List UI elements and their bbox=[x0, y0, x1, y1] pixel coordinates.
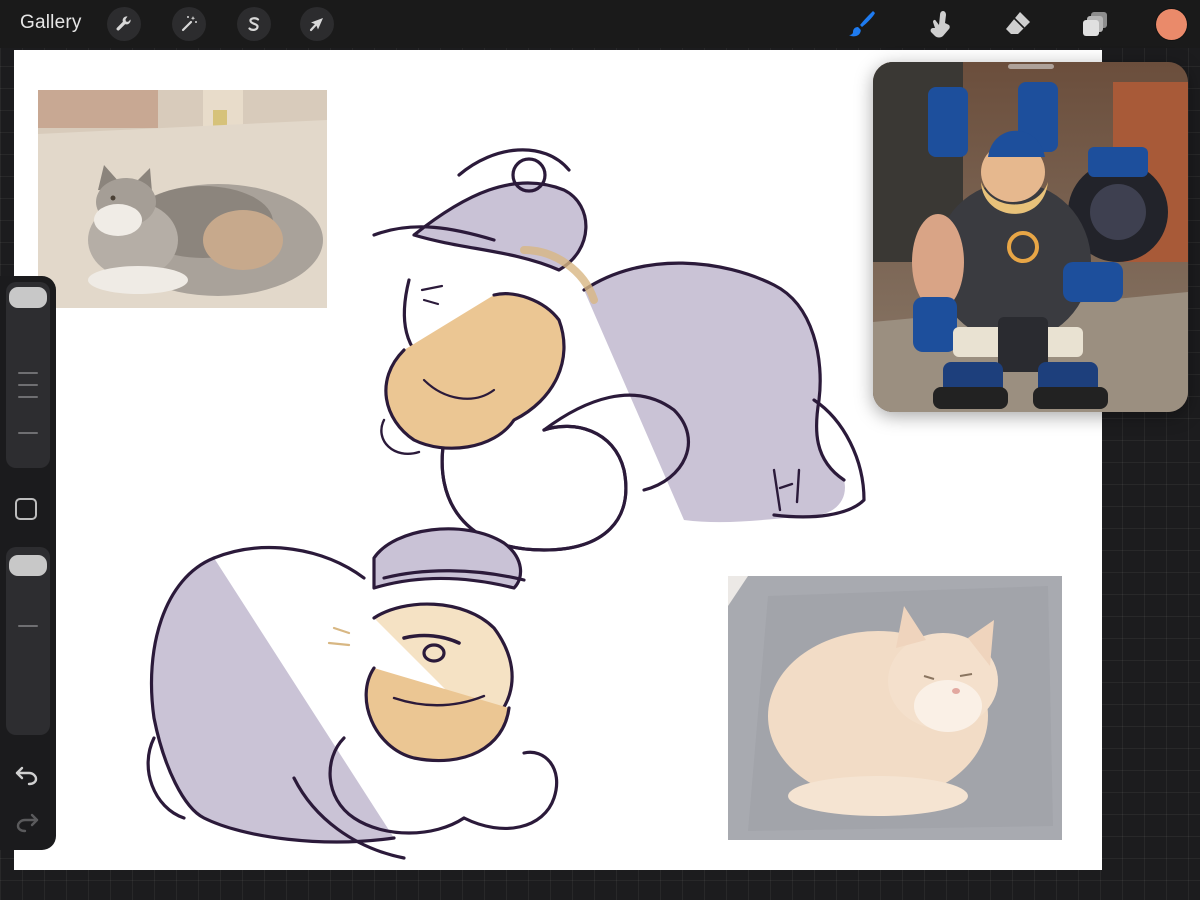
reference-window-grabber[interactable] bbox=[1008, 64, 1054, 69]
selection-s-icon bbox=[248, 17, 260, 31]
magic-wand-icon bbox=[181, 16, 197, 32]
character-sketch-lower bbox=[146, 527, 559, 860]
character-sketch-upper bbox=[372, 148, 866, 552]
reference-window[interactable] bbox=[873, 62, 1188, 412]
brush-size-handle[interactable] bbox=[9, 287, 47, 308]
brush-size-slider[interactable] bbox=[6, 282, 50, 468]
slider-tick bbox=[18, 372, 38, 374]
brush-opacity-handle[interactable] bbox=[9, 555, 47, 576]
slider-tick bbox=[18, 396, 38, 398]
color-picker-button[interactable] bbox=[1156, 9, 1187, 40]
adjustments-button[interactable] bbox=[172, 7, 206, 41]
smudge-finger-icon[interactable] bbox=[924, 8, 956, 40]
brush-icon[interactable] bbox=[846, 8, 878, 40]
arrow-cursor-icon bbox=[309, 18, 323, 32]
transform-button[interactable] bbox=[300, 7, 334, 41]
gallery-button[interactable]: Gallery bbox=[20, 12, 82, 34]
brush-opacity-slider[interactable] bbox=[6, 547, 50, 735]
square-modify-icon[interactable] bbox=[15, 498, 37, 520]
actions-button[interactable] bbox=[107, 7, 141, 41]
slider-tick bbox=[18, 625, 38, 627]
selection-button[interactable] bbox=[237, 7, 271, 41]
layers-icon[interactable] bbox=[1080, 8, 1112, 40]
undo-arrow-icon[interactable] bbox=[14, 764, 40, 786]
top-toolbar: Gallery bbox=[0, 0, 1200, 48]
wrench-icon bbox=[116, 16, 131, 31]
reference-character-image bbox=[873, 62, 1188, 412]
orange-cat-photo bbox=[728, 576, 1062, 840]
eraser-icon[interactable] bbox=[1002, 8, 1034, 40]
tabby-cat-photo bbox=[38, 90, 327, 308]
redo-arrow-icon[interactable] bbox=[14, 811, 40, 833]
brush-sidebar bbox=[0, 276, 56, 850]
slider-tick bbox=[18, 384, 38, 386]
slider-tick bbox=[18, 432, 38, 434]
